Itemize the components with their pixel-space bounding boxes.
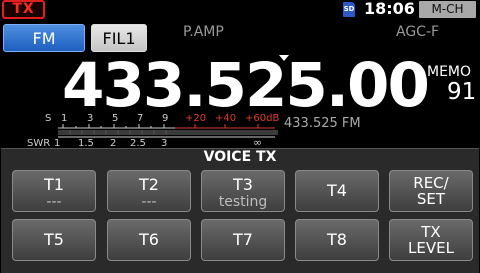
plus-scale-ticks [194, 124, 259, 128]
rec-set-button[interactable]: REC/ SET [389, 170, 473, 212]
s-meter: S 1 3 5 7 9 +20 +40 +60dB SWR 1 1.5 2 2.… [27, 113, 279, 149]
s-tick-label: 5 [112, 113, 118, 124]
plus-tick-label: +60dB [245, 113, 279, 124]
voice-key-t7[interactable]: T7 [201, 219, 285, 261]
s-tick-label: 7 [137, 113, 143, 124]
voice-key-t8[interactable]: T8 [295, 219, 379, 261]
plus-tick-label: +40 [215, 113, 236, 124]
key-label: T5 [44, 230, 64, 249]
voice-key-t6[interactable]: T6 [107, 219, 191, 261]
memory-channel-badge[interactable]: M-CH [419, 1, 476, 18]
s-tick-label: 9 [162, 113, 168, 124]
s-scale-label: S [45, 113, 51, 124]
key-sublabel: --- [46, 194, 62, 210]
key-label: T7 [233, 230, 253, 249]
memo-channel-number[interactable]: 91 [447, 78, 476, 106]
sd-card-icon: SD [343, 2, 355, 17]
voice-tx-title: VOICE TX [203, 149, 277, 165]
voice-key-t5[interactable]: T5 [12, 219, 96, 261]
agc-indicator[interactable]: AGC-F [396, 24, 439, 40]
key-sublabel: --- [141, 194, 157, 210]
key-label: REC/ SET [413, 174, 449, 208]
key-label: T2 [139, 175, 159, 194]
key-label: TX LEVEL [408, 223, 454, 257]
plus-tick-label: +20 [185, 113, 206, 124]
key-label: T4 [327, 181, 347, 200]
voice-key-t4[interactable]: T4 [295, 170, 379, 212]
filter-button[interactable]: FIL1 [91, 24, 147, 52]
voice-key-t3[interactable]: T3 testing [201, 170, 285, 212]
meter-bar-track [58, 130, 278, 135]
s-tick-label: 1 [61, 113, 67, 124]
key-label: T3 [233, 175, 253, 194]
s-scale-ticks [62, 124, 165, 128]
sub-frequency-readout: 433.525 FM [284, 116, 361, 131]
clock: 18:06 [364, 0, 415, 18]
tx-indicator: TX [2, 0, 45, 19]
key-sublabel: testing [218, 194, 268, 210]
key-label: T8 [327, 230, 347, 249]
voice-key-t1[interactable]: T1 --- [12, 170, 96, 212]
tx-level-button[interactable]: TX LEVEL [389, 219, 473, 261]
key-label: T1 [44, 175, 64, 194]
preamp-indicator[interactable]: P.AMP [183, 24, 224, 40]
s-tick-label: 3 [87, 113, 93, 124]
voice-key-t2[interactable]: T2 --- [107, 170, 191, 212]
key-label: T6 [139, 230, 159, 249]
mode-button[interactable]: FM [3, 24, 85, 52]
